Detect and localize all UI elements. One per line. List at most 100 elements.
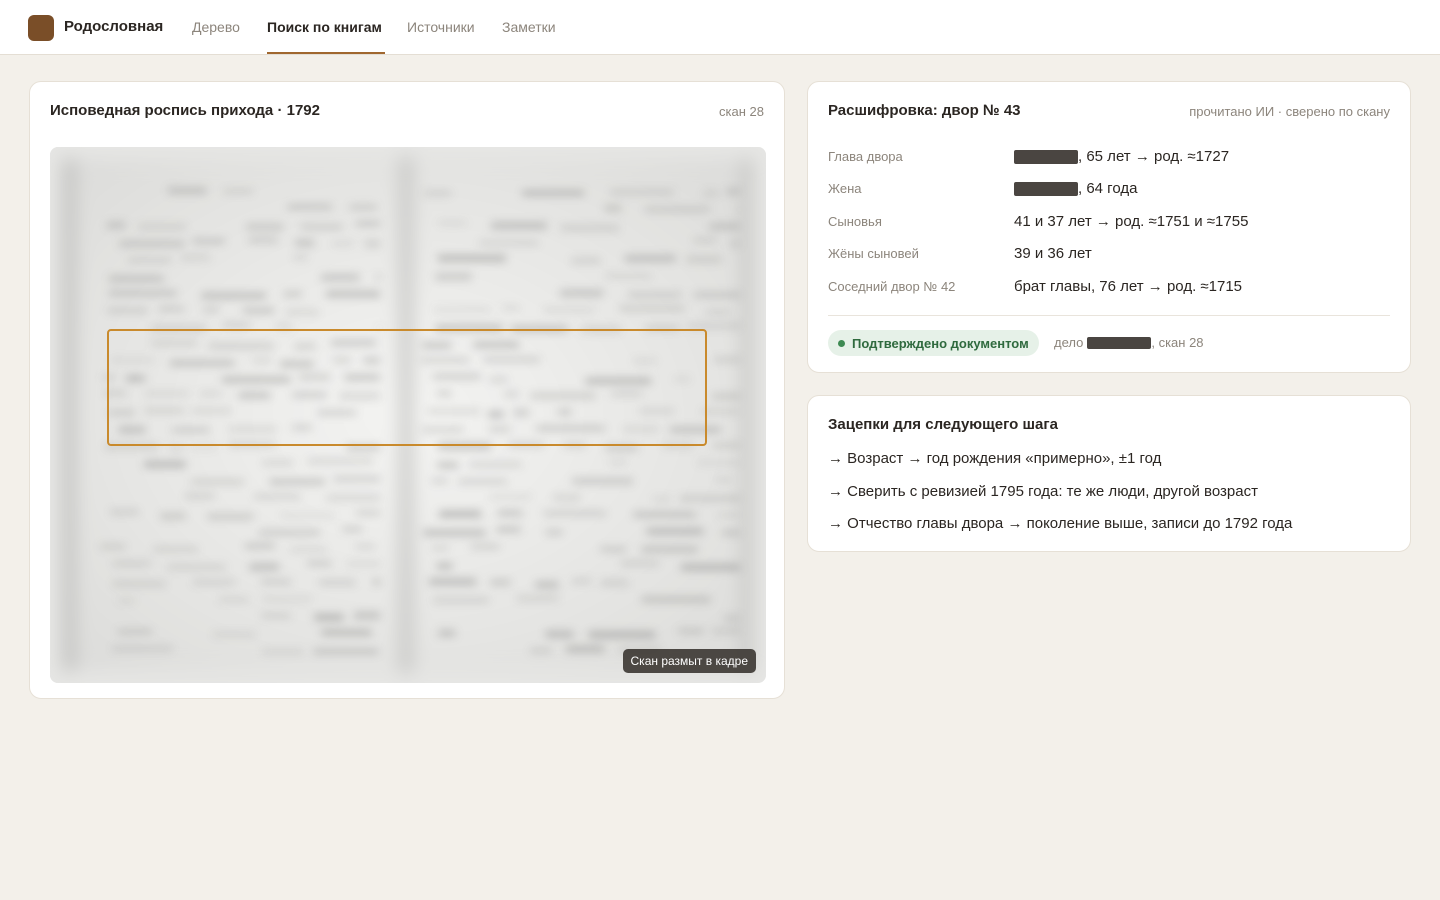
scan-stroke	[497, 510, 523, 517]
tab-sources[interactable]: Источники	[407, 19, 475, 35]
scan-stroke	[269, 479, 325, 485]
scan-stroke	[333, 476, 380, 482]
scan-stroke	[424, 190, 451, 196]
scan-stroke	[112, 646, 173, 652]
scan-stroke	[545, 631, 574, 638]
scan-stroke	[326, 495, 380, 501]
scan-stroke	[712, 629, 740, 633]
scan-stroke	[243, 308, 275, 313]
tab-notes[interactable]: Заметки	[502, 19, 556, 35]
scan-stroke	[431, 479, 448, 483]
scan-stroke	[218, 598, 249, 602]
scan-stroke	[601, 579, 629, 587]
scan-stroke	[280, 513, 335, 517]
scan-stroke	[349, 205, 377, 209]
scan-number: скан 28	[719, 104, 764, 119]
scan-stroke	[254, 495, 301, 499]
scan-caption: Скан размыт в кадре	[622, 649, 756, 673]
scan-stroke	[712, 393, 740, 400]
row-value-neighbor: брат главы, 76 лет → род. ≈1715	[1014, 278, 1243, 295]
scan-stroke	[560, 224, 619, 232]
scan-stroke	[469, 462, 522, 467]
scan-stroke	[628, 292, 681, 297]
scan-stroke	[346, 445, 380, 450]
scan-stroke	[313, 649, 379, 654]
scan-stroke	[433, 597, 489, 604]
scan-stroke	[588, 631, 656, 639]
scan-stroke	[721, 530, 740, 535]
scan-stroke	[308, 459, 373, 464]
case-reference[interactable]: дело , скан 28	[1054, 335, 1204, 350]
scan-stroke	[715, 478, 732, 482]
scan-stroke	[354, 612, 380, 619]
scan-stroke	[167, 564, 226, 570]
scan-stroke	[158, 307, 184, 311]
scan-stroke	[608, 460, 628, 464]
scan-stroke	[153, 547, 198, 552]
scan-stroke	[633, 512, 696, 518]
scan-stroke	[248, 238, 278, 243]
hints-title: Зацепки для следующего шага	[828, 416, 1058, 433]
scan-stroke	[625, 255, 676, 262]
row-label-sons-wives: Жёны сыновей	[828, 246, 919, 261]
scan-stroke	[127, 258, 172, 262]
document-card: Исповедная роспись прихода · 1792 скан 2…	[29, 81, 785, 699]
scan-stroke	[438, 221, 467, 225]
scan-stroke	[262, 649, 304, 655]
scan-stroke	[245, 544, 275, 548]
scan-stroke	[118, 598, 135, 603]
scan-stroke	[620, 561, 659, 566]
scan-stroke	[438, 630, 456, 637]
tab-tree[interactable]: Дерево	[192, 19, 240, 35]
redacted-name	[1014, 149, 1078, 164]
hint-item[interactable]: → Отчество главы двора → поколение выше,…	[828, 515, 1292, 532]
scan-stroke	[502, 306, 519, 310]
row-value-wife: , 64 года	[1014, 180, 1137, 197]
scan-stroke	[566, 646, 605, 652]
scan-stroke	[686, 256, 722, 263]
scan-stroke	[693, 292, 740, 298]
scan-stroke	[687, 323, 740, 329]
scan-stroke	[376, 274, 380, 280]
hint-item[interactable]: → Возраст → год рождения «примерно», ±1 …	[828, 450, 1161, 467]
scan-stroke	[249, 563, 279, 571]
scan-stroke	[262, 460, 294, 465]
scan-stroke	[263, 597, 312, 602]
record-highlight-frame	[107, 329, 707, 446]
scan-stroke	[342, 527, 362, 532]
scan-stroke	[347, 562, 380, 566]
scan-stroke	[436, 563, 453, 569]
scan-stroke	[203, 306, 219, 313]
scan-stroke	[432, 546, 448, 550]
scan-stroke	[545, 530, 563, 535]
scan-stroke	[259, 530, 320, 536]
scan-stroke	[553, 494, 581, 502]
scan-stroke	[373, 579, 380, 585]
scan-stroke	[600, 547, 626, 552]
scan-stroke	[605, 445, 638, 451]
hint-item[interactable]: → Сверить с ревизией 1795 года: те же лю…	[828, 483, 1258, 500]
transcription-title: Расшифровка: двор № 43	[828, 102, 1021, 119]
scan-stroke	[701, 409, 739, 414]
scan-stroke	[110, 510, 139, 514]
hints-card: Зацепки для следующего шага → Возраст → …	[807, 395, 1411, 552]
scan-stroke	[739, 206, 740, 213]
scan-stroke	[571, 257, 600, 264]
scan-stroke	[319, 579, 356, 586]
scan-stroke	[168, 187, 207, 194]
scan-stroke	[287, 205, 332, 209]
scan-image[interactable]: Скан размыт в кадре	[50, 147, 766, 683]
scan-stroke	[712, 443, 740, 449]
transcription-card: Расшифровка: двор № 43 прочитано ИИ · св…	[807, 81, 1411, 373]
scan-stroke	[160, 512, 186, 520]
scan-stroke	[439, 510, 482, 518]
scan-stroke	[458, 479, 507, 484]
scan-stroke	[709, 223, 740, 230]
tab-book-search[interactable]: Поиск по книгам	[267, 19, 382, 35]
scan-stroke	[678, 629, 704, 633]
scan-stroke	[496, 527, 521, 532]
scan-stroke	[201, 293, 266, 299]
scan-stroke	[109, 275, 164, 282]
scan-stroke	[138, 224, 186, 230]
scan-stroke	[646, 528, 704, 535]
